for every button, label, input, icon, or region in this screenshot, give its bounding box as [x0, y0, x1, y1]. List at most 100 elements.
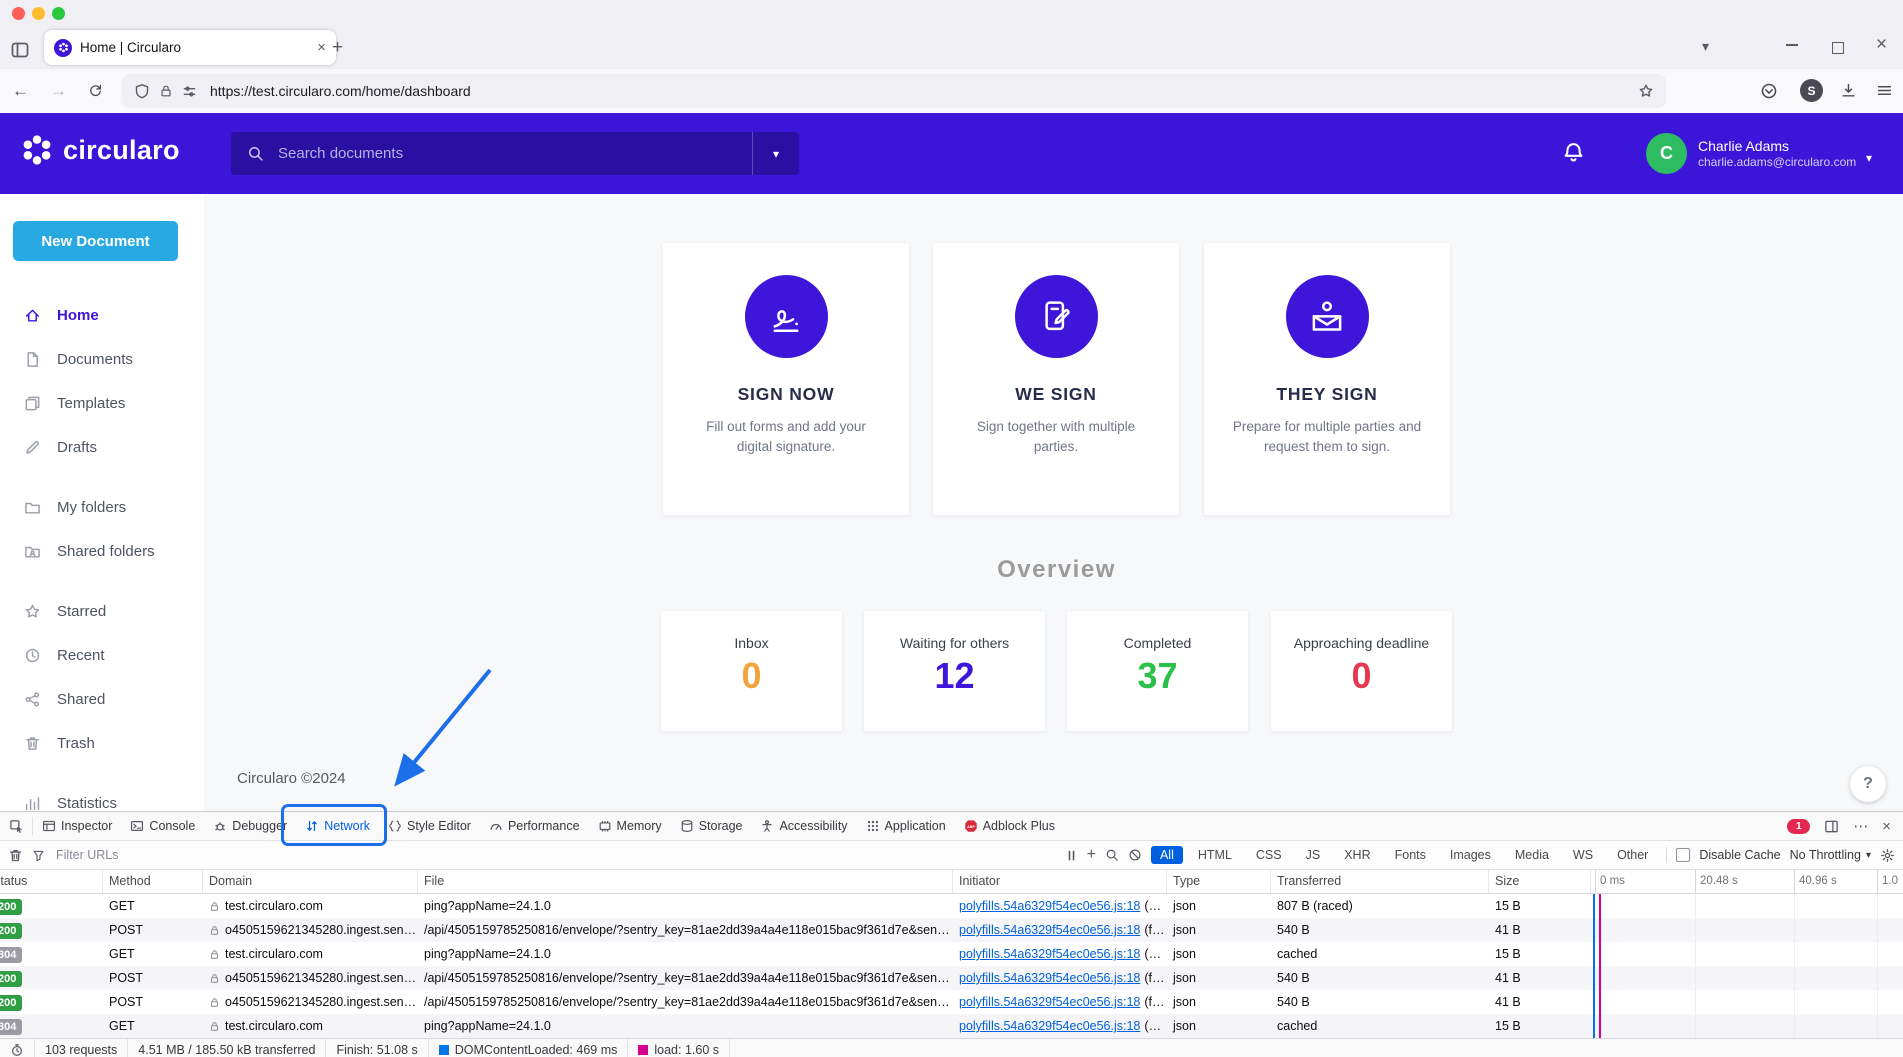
search-requests-icon[interactable] [1105, 848, 1119, 862]
circularo-logo[interactable]: circularo [20, 133, 180, 167]
error-count-badge[interactable]: 1 [1787, 819, 1810, 834]
window-minimize-icon[interactable] [1786, 36, 1798, 46]
new-document-button[interactable]: New Document [13, 221, 178, 261]
split-console-icon[interactable] [1824, 819, 1839, 834]
devtools-close-icon[interactable]: × [1882, 818, 1891, 835]
sidebar-item-documents[interactable]: Documents [0, 337, 204, 381]
initiator-link[interactable]: polyfills.54a6329f54ec0e56.js:18 [959, 947, 1140, 961]
network-request-row[interactable]: 304GETtest.circularo.comping?appName=24.… [0, 1014, 1903, 1038]
notifications-bell-icon[interactable] [1562, 141, 1585, 164]
element-picker-icon[interactable] [0, 817, 33, 835]
stat-card-completed[interactable]: Completed37 [1067, 611, 1248, 731]
stat-card-inbox[interactable]: Inbox0 [661, 611, 842, 731]
sidebar-item-shared-folders[interactable]: Shared folders [0, 529, 204, 573]
browser-tab[interactable]: Home | Circularo × [44, 30, 336, 65]
column-header-status[interactable]: Status [0, 870, 103, 893]
devtools-tab-console[interactable]: Console [121, 812, 204, 840]
disable-cache-label[interactable]: Disable Cache [1699, 848, 1780, 862]
network-request-row[interactable]: 200POSTo4505159621345280.ingest.sent…/ap… [0, 966, 1903, 990]
sidebar-item-templates[interactable]: Templates [0, 381, 204, 425]
macos-minimize-traffic-light[interactable] [32, 7, 45, 20]
pause-icon[interactable] [1065, 849, 1078, 862]
action-card-we-sign[interactable]: WE SIGNSign together with multiple parti… [933, 243, 1179, 515]
initiator-link[interactable]: polyfills.54a6329f54ec0e56.js:18 [959, 899, 1140, 913]
back-icon[interactable]: ← [12, 80, 29, 102]
sidebar-item-statistics[interactable]: Statistics [0, 781, 204, 811]
search-options-chevron-icon[interactable]: ▾ [753, 147, 799, 161]
filter-pill-html[interactable]: HTML [1189, 846, 1241, 864]
macos-zoom-traffic-light[interactable] [52, 7, 65, 20]
sidebar-item-drafts[interactable]: Drafts [0, 425, 204, 469]
forward-icon[interactable]: → [50, 80, 67, 102]
network-request-row[interactable]: 304GETtest.circularo.comping?appName=24.… [0, 942, 1903, 966]
url-text[interactable]: https://test.circularo.com/home/dashboar… [210, 83, 1629, 99]
initiator-link[interactable]: polyfills.54a6329f54ec0e56.js:18 [959, 923, 1140, 937]
tracking-shield-icon[interactable] [134, 83, 150, 99]
permissions-icon[interactable] [182, 84, 197, 99]
column-header-method[interactable]: Method [103, 870, 203, 893]
devtools-tab-network[interactable]: Network [296, 812, 379, 840]
devtools-tab-storage[interactable]: Storage [671, 812, 752, 840]
stat-card-waiting-for-others[interactable]: Waiting for others12 [864, 611, 1045, 731]
search-input[interactable] [276, 144, 752, 163]
stat-card-approaching-deadline[interactable]: Approaching deadline0 [1271, 611, 1452, 731]
user-menu-chevron-icon[interactable]: ▾ [1866, 151, 1872, 165]
filter-pill-css[interactable]: CSS [1247, 846, 1291, 864]
throttling-select[interactable]: No Throttling ▾ [1790, 848, 1871, 862]
block-requests-icon[interactable] [1128, 848, 1142, 862]
devtools-tab-inspector[interactable]: Inspector [33, 812, 121, 840]
column-header-transferred[interactable]: Transferred [1271, 870, 1489, 893]
help-button[interactable]: ? [1850, 766, 1886, 802]
https-lock-icon[interactable] [159, 84, 173, 98]
devtools-menu-icon[interactable]: ⋯ [1853, 817, 1868, 835]
filter-pill-media[interactable]: Media [1506, 846, 1558, 864]
action-card-they-sign[interactable]: THEY SIGNPrepare for multiple parties an… [1204, 243, 1450, 515]
account-badge-icon[interactable]: S [1800, 79, 1823, 102]
sidebar-item-shared[interactable]: Shared [0, 677, 204, 721]
bookmark-star-icon[interactable] [1638, 83, 1654, 99]
hamburger-menu-icon[interactable] [1876, 82, 1893, 99]
download-icon[interactable] [1840, 82, 1857, 99]
sidebar-item-recent[interactable]: Recent [0, 633, 204, 677]
initiator-link[interactable]: polyfills.54a6329f54ec0e56.js:18 [959, 995, 1140, 1009]
column-header-type[interactable]: Type [1167, 870, 1271, 893]
filter-pill-js[interactable]: JS [1297, 846, 1330, 864]
pocket-icon[interactable] [1760, 82, 1778, 100]
devtools-tab-adblock-plus[interactable]: ABPAdblock Plus [955, 812, 1064, 840]
sidebar-item-home[interactable]: Home [0, 293, 204, 337]
devtools-tab-style-editor[interactable]: Style Editor [379, 812, 480, 840]
window-close-icon[interactable]: × [1876, 34, 1887, 56]
clear-requests-icon[interactable] [8, 848, 23, 863]
filter-pill-all[interactable]: All [1151, 846, 1183, 864]
user-info[interactable]: Charlie Adams charlie.adams@circularo.co… [1698, 137, 1856, 171]
window-maximize-icon[interactable] [1832, 42, 1844, 54]
firefox-view-icon[interactable] [10, 40, 30, 60]
tab-close-icon[interactable]: × [317, 40, 326, 55]
filter-pill-images[interactable]: Images [1441, 846, 1500, 864]
network-request-row[interactable]: 200POSTo4505159621345280.ingest.sent…/ap… [0, 990, 1903, 1014]
column-header-domain[interactable]: Domain [203, 870, 418, 893]
network-request-row[interactable]: 200GETtest.circularo.comping?appName=24.… [0, 894, 1903, 918]
devtools-tab-performance[interactable]: Performance [480, 812, 589, 840]
initiator-link[interactable]: polyfills.54a6329f54ec0e56.js:18 [959, 1019, 1140, 1033]
disable-cache-checkbox[interactable] [1676, 848, 1690, 862]
macos-close-traffic-light[interactable] [12, 7, 25, 20]
network-settings-gear-icon[interactable] [1880, 848, 1895, 863]
column-header-waterfall[interactable]: 0 ms20.48 s40.96 s1.0 [1591, 870, 1903, 893]
filter-pill-ws[interactable]: WS [1564, 846, 1602, 864]
devtools-tab-memory[interactable]: Memory [589, 812, 671, 840]
devtools-tab-debugger[interactable]: Debugger [204, 812, 296, 840]
url-bar[interactable]: https://test.circularo.com/home/dashboar… [122, 74, 1666, 108]
user-avatar[interactable]: C [1646, 133, 1687, 174]
initiator-link[interactable]: polyfills.54a6329f54ec0e56.js:18 [959, 971, 1140, 985]
reload-icon[interactable] [88, 83, 103, 98]
devtools-tab-accessibility[interactable]: Accessibility [751, 812, 856, 840]
performance-analysis-icon[interactable] [10, 1043, 24, 1057]
filter-pill-fonts[interactable]: Fonts [1386, 846, 1435, 864]
filter-pill-xhr[interactable]: XHR [1335, 846, 1379, 864]
column-header-file[interactable]: File [418, 870, 953, 893]
filter-pill-other[interactable]: Other [1608, 846, 1657, 864]
list-all-tabs-icon[interactable]: ▾ [1702, 38, 1709, 55]
column-header-initiator[interactable]: Initiator [953, 870, 1167, 893]
devtools-tab-application[interactable]: Application [857, 812, 955, 840]
